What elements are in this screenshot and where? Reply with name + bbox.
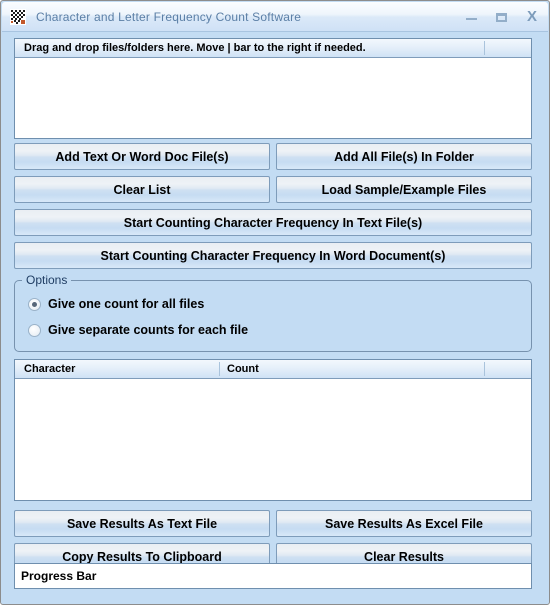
clear-list-button[interactable]: Clear List — [14, 176, 270, 203]
save-results-as-excel-file-button[interactable]: Save Results As Excel File — [276, 510, 532, 537]
file-list-header: Drag and drop files/folders here. Move |… — [15, 39, 531, 58]
radio-indicator[interactable] — [28, 297, 41, 311]
file-list[interactable]: Drag and drop files/folders here. Move |… — [14, 38, 532, 139]
column-divider[interactable] — [219, 362, 220, 376]
column-divider[interactable] — [484, 362, 485, 376]
app-window: Character and Letter Frequency Count Sof… — [0, 0, 550, 605]
add-all-files-in-folder-button[interactable]: Add All File(s) In Folder — [276, 143, 532, 170]
results-column-character[interactable]: Character — [24, 360, 219, 378]
window-title: Character and Letter Frequency Count Sof… — [36, 9, 302, 24]
column-divider[interactable] — [484, 41, 485, 55]
radio-indicator[interactable] — [28, 323, 41, 337]
start-counting-word-documents-button[interactable]: Start Counting Character Frequency In Wo… — [14, 242, 532, 269]
title-bar[interactable]: Character and Letter Frequency Count Sof… — [2, 2, 548, 32]
file-list-body[interactable] — [15, 58, 531, 138]
radio-one-count-all-files[interactable]: Give one count for all files — [28, 297, 204, 311]
options-group-label: Options — [22, 273, 72, 287]
file-list-column-path[interactable]: Drag and drop files/folders here. Move |… — [24, 39, 484, 57]
window-controls: X — [464, 2, 540, 32]
radio-label: Give separate counts for each file — [48, 323, 249, 337]
load-sample-example-files-button[interactable]: Load Sample/Example Files — [276, 176, 532, 203]
results-column-count[interactable]: Count — [227, 360, 482, 378]
results-list-body[interactable] — [15, 379, 531, 500]
client-area: Drag and drop files/folders here. Move |… — [2, 32, 548, 603]
progress-bar: Progress Bar — [14, 563, 532, 589]
app-icon — [10, 8, 26, 25]
results-list[interactable]: Character Count — [14, 359, 532, 501]
start-counting-text-files-button[interactable]: Start Counting Character Frequency In Te… — [14, 209, 532, 236]
radio-label: Give one count for all files — [48, 297, 205, 311]
save-results-as-text-file-button[interactable]: Save Results As Text File — [14, 510, 270, 537]
minimize-button[interactable] — [464, 9, 480, 25]
radio-separate-counts-each-file[interactable]: Give separate counts for each file — [28, 323, 248, 337]
maximize-button[interactable] — [494, 9, 510, 25]
add-text-or-word-doc-files-button[interactable]: Add Text Or Word Doc File(s) — [14, 143, 270, 170]
close-button[interactable]: X — [524, 9, 540, 25]
options-group: Options Give one count for all files Giv… — [14, 273, 532, 352]
results-list-header: Character Count — [15, 360, 531, 379]
progress-bar-label: Progress Bar — [21, 569, 97, 583]
